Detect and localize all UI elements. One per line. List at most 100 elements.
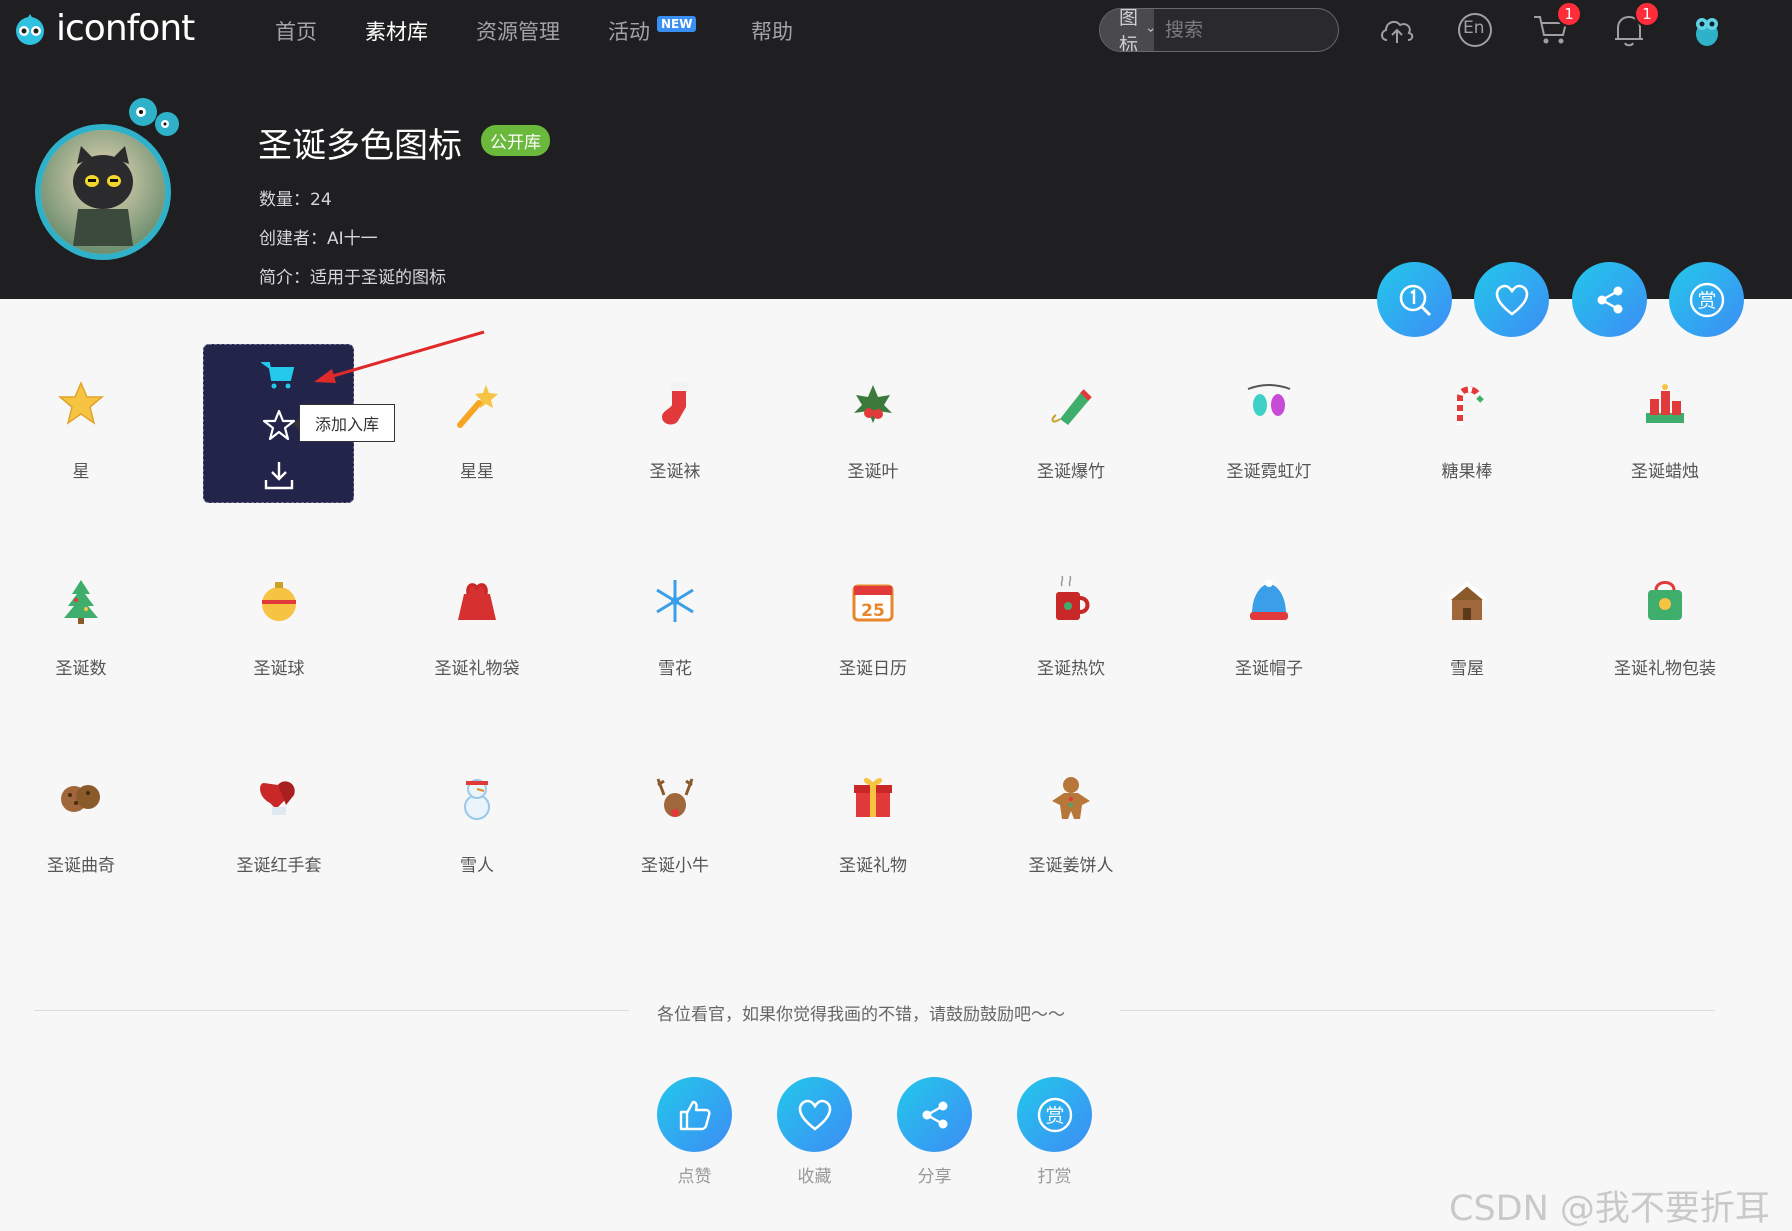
creator-label: 创建者： [259, 229, 327, 249]
calendar-day-number: 25 [861, 601, 885, 621]
icon-count: 数量：24 [259, 185, 332, 210]
cart-button[interactable]: 1 [1530, 1, 1582, 51]
icon-name: 圣诞礼物包装 [1614, 659, 1716, 679]
icon-item[interactable]: 圣诞红手套 [184, 747, 374, 907]
search-type-select[interactable]: 图标 [1100, 8, 1155, 52]
christmas-icon [64, 580, 98, 624]
christmas-icon [1648, 581, 1682, 620]
icon-item[interactable]: 雪花 [580, 550, 770, 710]
icon-item[interactable]: 圣诞小牛 [580, 747, 770, 907]
share-button[interactable] [1572, 262, 1647, 337]
search-input[interactable] [1154, 9, 1338, 51]
divider-right [1120, 1010, 1715, 1011]
icon-name: 圣诞日历 [839, 659, 907, 679]
christmas-icon [1051, 389, 1092, 425]
reward-bottom-button[interactable]: 赏 [1017, 1077, 1092, 1152]
icon-name: 圣诞礼物 [839, 856, 907, 876]
icon-item[interactable]: 圣诞曲奇 [0, 747, 176, 907]
icon-name: 圣诞热饮 [1037, 659, 1105, 679]
icon-item[interactable]: 圣诞礼物包装 [1570, 550, 1760, 710]
icon-name: 星 [72, 462, 90, 482]
icon-name: 圣诞蜡烛 [1631, 462, 1699, 482]
christmas-icon [1056, 576, 1090, 620]
logo[interactable]: iconfont [10, 7, 195, 49]
download-icon [264, 462, 294, 490]
icon-item[interactable]: 圣诞叶 [778, 353, 968, 513]
collection-avatar [35, 98, 179, 260]
watermark: CSDN @我不要折耳根 [1449, 1189, 1770, 1229]
annotation-arrow [314, 330, 485, 383]
intro-text: 适用于圣诞的图标 [310, 268, 446, 288]
icon-name: 雪人 [460, 856, 494, 876]
icon-item[interactable]: 圣诞爆竹 [976, 353, 1166, 513]
icon-item[interactable]: 糖果棒 [1372, 353, 1562, 513]
favorite-button[interactable] [1474, 262, 1549, 337]
like-label: 点赞 [677, 1167, 712, 1187]
logo-text: iconfont [56, 7, 195, 49]
share-label: 分享 [917, 1167, 952, 1187]
icon-item[interactable]: 圣诞热饮 [976, 550, 1166, 710]
christmas-icon [1446, 581, 1488, 620]
heart-icon [1495, 284, 1528, 316]
download-button[interactable] [257, 455, 301, 495]
christmas-icon [1457, 386, 1484, 425]
nav-home[interactable]: 首页 [275, 16, 317, 46]
icon-item[interactable]: 圣诞球 [184, 550, 374, 710]
icon-item[interactable]: 雪人 [382, 747, 572, 907]
star-outline-icon [262, 409, 296, 441]
user-avatar-button[interactable] [1686, 9, 1728, 51]
intro-line: 简介：适用于圣诞的图标 [259, 263, 446, 288]
zoom-button[interactable] [1377, 262, 1452, 337]
christmas-icon [262, 582, 296, 621]
svg-text:赏: 赏 [1697, 290, 1716, 312]
icon-name: 雪花 [658, 659, 692, 679]
icon-item[interactable]: 圣诞蜡烛 [1570, 353, 1760, 513]
nav-activities[interactable]: 活动 [608, 16, 650, 46]
christmas-icon [457, 385, 498, 428]
icon-item[interactable]: 圣诞袜 [580, 353, 770, 513]
add-to-library-tooltip: 添加入库 [293, 404, 395, 442]
icon-item[interactable]: 25 圣诞日历 [778, 550, 968, 710]
language-button[interactable]: En [1454, 9, 1496, 51]
icon-item[interactable]: 圣诞帽子 [1174, 550, 1364, 710]
thumbs-up-icon [679, 1100, 711, 1130]
add-to-cart-button[interactable] [257, 355, 301, 395]
icon-name: 圣诞红手套 [236, 856, 322, 876]
search-box: 图标 [1099, 8, 1339, 52]
icon-item[interactable]: 圣诞数 [0, 550, 176, 710]
icon-name: 雪屋 [1450, 659, 1484, 679]
notification-count-badge: 1 [1634, 1, 1660, 27]
collection-header: iconfont 首页 素材库 资源管理 活动 NEW 帮助 图标 En 1 [0, 0, 1792, 299]
icon-item[interactable]: 圣诞礼物袋 [382, 550, 572, 710]
icon-item[interactable]: 圣诞礼物 [778, 747, 968, 907]
upload-button[interactable] [1376, 9, 1418, 51]
creator-line: 创建者：AI十一 [259, 224, 378, 249]
search-type-label: 图标 [1119, 8, 1139, 52]
notifications-button[interactable]: 1 [1608, 1, 1660, 51]
christmas-icon [656, 778, 694, 817]
share-icon [1597, 286, 1622, 313]
icon-item[interactable]: 圣诞姜饼人 [976, 747, 1166, 907]
creator-name[interactable]: AI十一 [327, 229, 378, 249]
share-bottom-button[interactable] [897, 1077, 972, 1152]
divider-left [34, 1010, 629, 1011]
intro-label: 简介： [259, 268, 310, 288]
icon-count-value: 24 [310, 190, 332, 210]
christmas-icon [464, 779, 490, 820]
icon-name: 圣诞叶 [847, 462, 899, 482]
reward-icon: 赏 [1037, 1097, 1072, 1132]
icon-name: 圣诞礼物袋 [434, 659, 520, 679]
icon-name: 圣诞姜饼人 [1028, 856, 1114, 876]
icon-item[interactable]: 星 [0, 353, 176, 513]
nav-help[interactable]: 帮助 [751, 16, 793, 46]
icon-item[interactable]: 雪屋 [1372, 550, 1562, 710]
cart-icon [261, 362, 295, 389]
icon-name: 糖果棒 [1441, 462, 1493, 482]
icon-name: 圣诞爆竹 [1037, 462, 1105, 482]
reward-button[interactable]: 赏 [1669, 262, 1744, 337]
nav-materials[interactable]: 素材库 [365, 16, 428, 46]
collect-button[interactable] [777, 1077, 852, 1152]
like-button[interactable] [657, 1077, 732, 1152]
icon-item[interactable]: 圣诞霓虹灯 [1174, 353, 1364, 513]
nav-resource-management[interactable]: 资源管理 [476, 16, 560, 46]
